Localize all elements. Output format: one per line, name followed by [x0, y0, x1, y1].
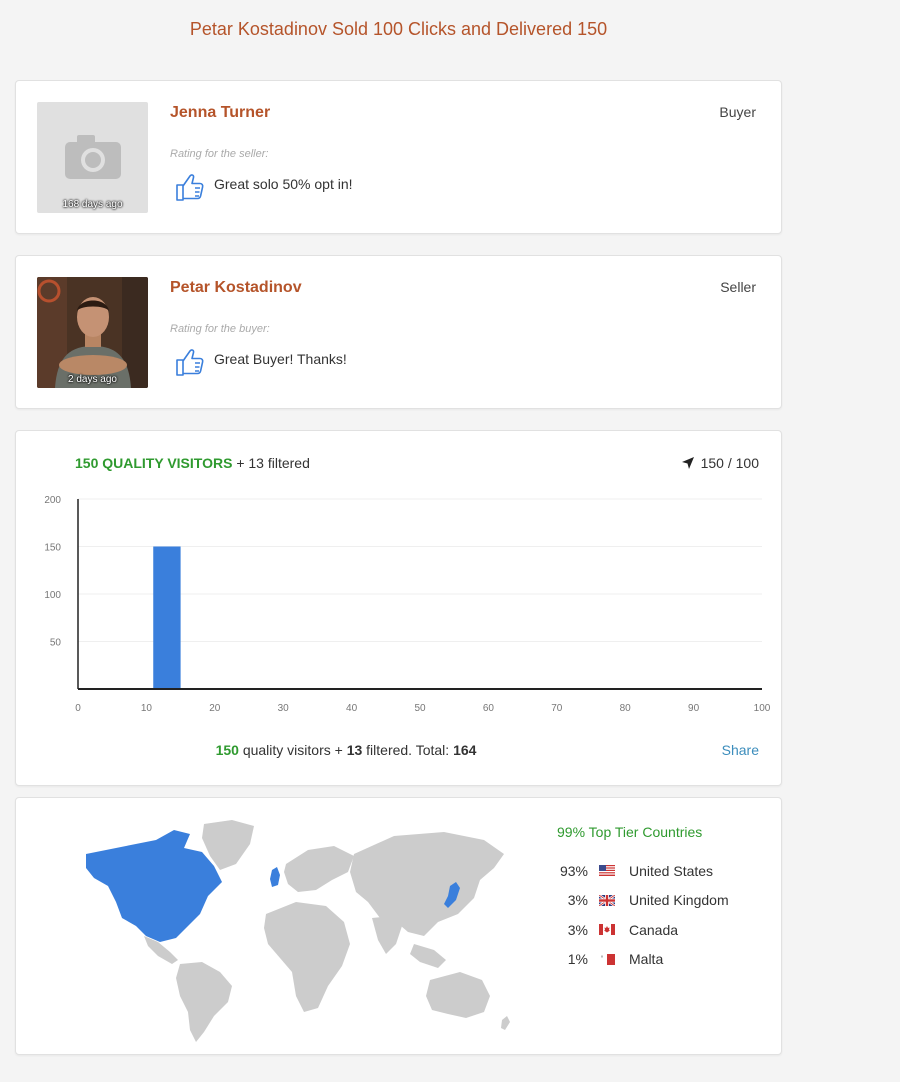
x-tick-label: 90: [688, 703, 700, 714]
map-region-nz: [501, 1016, 510, 1030]
country-row: 93% United States: [557, 856, 767, 886]
rating-label: Rating for the buyer:: [170, 323, 270, 335]
seller-photo: [37, 277, 148, 388]
visitors-bar-chart: 50 100 150 200 0 10 20 30 40 50 60 70 80 90 100: [44, 495, 771, 714]
ca-flag-icon: [599, 924, 615, 936]
avatar[interactable]: 168 days ago: [37, 102, 148, 213]
country-percent: 3%: [567, 921, 588, 938]
page-title: Petar Kostadinov Sold 100 Clicks and Del…: [189, 19, 608, 39]
map-region-uk: [270, 867, 280, 887]
chart-headline: 150 QUALITY VISITORS + 13 filtered: [75, 455, 310, 471]
x-tick-label: 100: [754, 703, 771, 714]
country-name: Malta: [629, 951, 664, 968]
x-tick-label: 70: [551, 703, 563, 714]
summary-quality-count: 150: [215, 742, 239, 758]
reviewer-name[interactable]: Petar Kostadinov: [170, 279, 302, 297]
reviewer-role: Buyer: [719, 104, 756, 120]
summary-filtered-label: filtered. Total:: [366, 742, 450, 758]
x-tick-label: 10: [141, 703, 153, 714]
summary-total: 164: [453, 742, 477, 758]
map-region-australia: [426, 972, 490, 1018]
map-region-north-america: [86, 830, 222, 942]
camera-icon: [65, 135, 121, 179]
country-name: United Kingdom: [629, 892, 729, 909]
x-tick-label: 40: [346, 703, 358, 714]
thumbs-up-icon: [176, 174, 204, 201]
map-region-europe: [284, 846, 354, 892]
y-tick-label: 200: [44, 495, 61, 506]
mt-flag-icon: [599, 953, 615, 965]
reviewer-name[interactable]: Jenna Turner: [170, 104, 270, 122]
uk-flag-icon: [599, 894, 615, 906]
country-percent: 93%: [559, 862, 588, 879]
map-region-india: [372, 916, 402, 954]
review-card-seller: 2 days ago Petar Kostadinov Seller Ratin…: [15, 255, 782, 409]
review-card-buyer: 168 days ago Jenna Turner Buyer Rating f…: [15, 80, 782, 234]
y-tick-label: 50: [50, 638, 62, 649]
quality-visitors-count: 150 QUALITY VISITORS: [75, 455, 233, 471]
country-list: 93% United States 3% United Kingdom 3% C…: [557, 856, 767, 974]
map-region-se-asia: [410, 944, 446, 968]
country-row: 3% Canada: [557, 915, 767, 945]
world-map: [86, 820, 510, 1042]
top-tier-title: 99% Top Tier Countries: [557, 824, 703, 840]
y-tick-label: 150: [44, 543, 61, 554]
x-tick-label: 50: [414, 703, 426, 714]
country-row: 3% United Kingdom: [557, 886, 767, 916]
map-region-south-america: [176, 962, 232, 1042]
review-text: Great solo 50% opt in!: [214, 176, 353, 192]
country-percent: 1%: [567, 951, 588, 968]
reviewer-role: Seller: [720, 279, 756, 295]
country-name: United States: [629, 862, 714, 879]
filtered-count: + 13 filtered: [236, 455, 310, 471]
x-tick-label: 0: [75, 703, 81, 714]
review-text: Great Buyer! Thanks!: [214, 351, 347, 367]
thumbs-up-icon: [176, 349, 204, 376]
review-time: 2 days ago: [68, 374, 117, 385]
map-region-africa: [264, 902, 350, 1012]
share-link[interactable]: Share: [722, 742, 759, 758]
delivery-ratio-text: 150 / 100: [700, 455, 759, 471]
x-tick-label: 20: [209, 703, 221, 714]
review-time: 168 days ago: [62, 199, 123, 210]
avatar[interactable]: 2 days ago: [37, 277, 148, 388]
x-tick-label: 80: [620, 703, 632, 714]
chart-bar: [153, 546, 181, 689]
country-name: Canada: [629, 921, 679, 938]
countries-card: 99% Top Tier Countries 93% United States…: [15, 797, 782, 1055]
us-flag-icon: [599, 865, 615, 877]
y-tick-label: 100: [44, 590, 61, 601]
country-percent: 3%: [567, 892, 588, 909]
chart-summary: 150 quality visitors + 13 filtered. Tota…: [16, 742, 676, 758]
x-tick-label: 60: [483, 703, 495, 714]
delivery-ratio: 150 / 100: [681, 455, 759, 471]
country-row: 1% Malta: [557, 945, 767, 975]
visitors-chart-card: 150 QUALITY VISITORS + 13 filtered 150 /…: [15, 430, 782, 786]
rating-label: Rating for the seller:: [170, 148, 269, 160]
summary-quality-label: quality visitors +: [242, 742, 343, 758]
x-tick-label: 30: [278, 703, 290, 714]
location-arrow-icon: [681, 457, 694, 469]
summary-filtered-count: 13: [346, 742, 363, 758]
